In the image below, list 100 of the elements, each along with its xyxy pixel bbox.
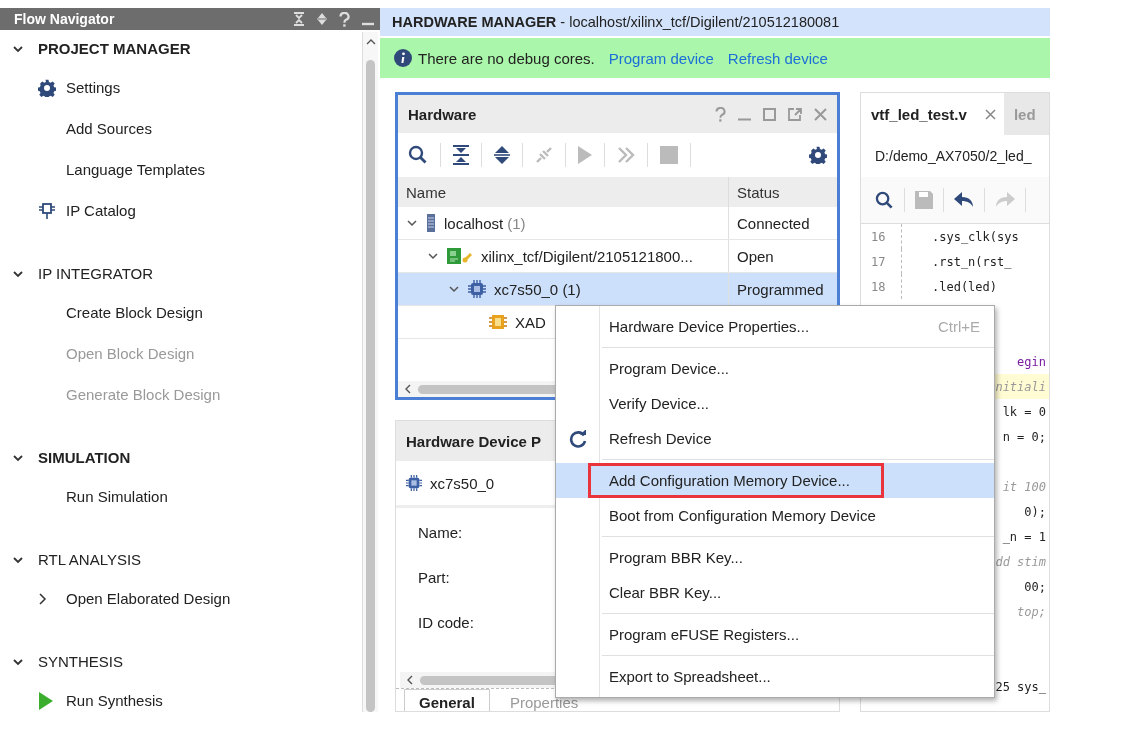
undo-icon[interactable] [954,192,974,208]
code-line: it 100 [1002,479,1047,494]
section-heading[interactable]: PROJECT MANAGER [38,40,191,57]
expand-all-icon[interactable] [317,12,327,26]
panel-title: Flow Navigator [14,11,115,27]
expand-all-icon[interactable] [494,145,510,165]
chip-icon [468,280,486,298]
column-header[interactable]: Name [398,177,728,207]
tree-item-name: XAD [515,313,546,331]
tab[interactable]: General [404,689,490,711]
menu-item[interactable]: Verify Device... [556,386,994,421]
search-icon[interactable] [408,145,428,165]
help-icon[interactable] [339,11,350,27]
panel-title: Hardware [408,105,477,123]
code-line: .sys_clk(sys [932,229,1020,244]
section-heading[interactable]: SIMULATION [38,449,131,466]
status-text: Open [737,247,774,265]
close-icon[interactable] [984,108,996,120]
menu-item[interactable]: Boot from Configuration Memory Device [556,498,994,533]
menu-item[interactable]: Add Configuration Memory Device... [556,463,994,498]
device-name: xc7s50_0 [430,474,495,492]
tree-item-name: localhost [444,214,504,232]
menu-item[interactable]: Refresh Device [556,421,994,456]
nav-item[interactable]: Settings [66,79,121,96]
fast-forward-icon [617,147,635,163]
code-line: nitiali [995,379,1047,394]
field-label: Part: [418,569,450,588]
scrollbar[interactable] [362,32,378,712]
settings-icon[interactable] [809,146,827,164]
connector-icon [535,146,553,164]
code-line: 25 sys_ [995,679,1047,694]
code-line: lk = 0 [1002,404,1047,419]
menu-item[interactable]: Hardware Device Properties... Ctrl+E [556,309,994,344]
banner-link[interactable]: Refresh device [727,49,828,67]
play-icon [578,146,592,164]
redo-icon [995,192,1015,208]
code-line: .rst_n(rst_ [932,254,1013,269]
stop-icon [660,146,678,164]
chevron-icon[interactable] [427,251,439,261]
scroll-up-icon[interactable] [365,38,376,46]
panel-title: Hardware Device P [406,432,542,450]
chevron-icon[interactable] [406,218,418,228]
nav-item[interactable]: IP Catalog [66,202,136,219]
line-number: 16 [861,224,902,249]
code-line: .led(led) [932,279,999,294]
search-icon[interactable] [875,190,894,210]
code-line: 0); [1024,504,1047,519]
chip-icon [406,475,422,491]
item-count: (1) [507,214,526,232]
gear-icon [38,78,56,97]
code-line: top; [1017,604,1047,619]
tree-row[interactable]: localhost (1) Connected [398,207,837,240]
column-header[interactable]: Status [728,177,837,207]
banner-message: There are no debug cores. [418,49,595,67]
page-title: HARDWARE MANAGER [392,14,557,30]
menu-item[interactable]: Program Device... [556,351,994,386]
status-text: Connected [737,214,810,232]
menu-item[interactable]: Program BBR Key... [556,540,994,575]
nav-item[interactable]: Create Block Design [66,304,203,321]
scroll-left-icon[interactable] [404,384,412,394]
nav-item[interactable]: Open Elaborated Design [66,590,231,607]
save-icon [915,191,933,209]
section-heading[interactable]: SYNTHESIS [38,653,124,670]
nav-item[interactable]: Language Templates [66,161,205,178]
sensor-chip-icon [489,313,507,331]
field-label: Name: [418,524,463,543]
tree-item-name: xilinx_tcf/Digilent/2105121800... [481,247,693,265]
section-heading[interactable]: IP INTEGRATOR [38,265,154,282]
menu-item[interactable]: Program eFUSE Registers... [556,617,994,652]
banner-link[interactable]: Program device [608,49,714,67]
nav-item[interactable]: Run Synthesis [66,692,163,709]
tree-row[interactable]: xc7s50_0 (1) Programmed [398,273,837,306]
code-line: egin [1017,354,1047,369]
menu-item[interactable]: Clear BBR Key... [556,575,994,610]
shortcut-text: Ctrl+E [937,318,980,335]
code-line: dd stim [995,554,1047,569]
refresh-icon [568,429,587,448]
connection-path: - localhost/xilinx_tcf/Digilent/210512180081 [560,14,840,30]
field-label: ID code: [418,614,474,633]
server-icon [426,214,436,232]
nav-item[interactable]: Run Simulation [66,488,168,505]
play-icon [38,691,54,710]
chevron-icon[interactable] [448,284,460,294]
code-line: n = 0; [1002,429,1047,444]
nav-item[interactable]: Add Sources [66,120,152,137]
info-icon [394,49,412,67]
tree-item-name: xc7s50_0 (1) [494,280,581,298]
collapse-all-icon[interactable] [453,145,469,165]
scroll-left-icon[interactable] [406,675,414,685]
line-number: 18 [861,274,902,299]
code-line: 00; [1024,579,1047,594]
line-number: 17 [861,249,902,274]
plug-icon [38,201,56,220]
chevron-icon [38,592,48,605]
tab[interactable]: vtf_led_test.v [861,93,1004,135]
file-path: D:/demo_AX7050/2_led_ [874,147,1033,166]
section-heading[interactable]: RTL ANALYSIS [38,551,142,568]
code-line: _n = 1 [1002,529,1047,544]
status-text: Programmed [737,280,824,298]
board-icon [447,247,473,265]
